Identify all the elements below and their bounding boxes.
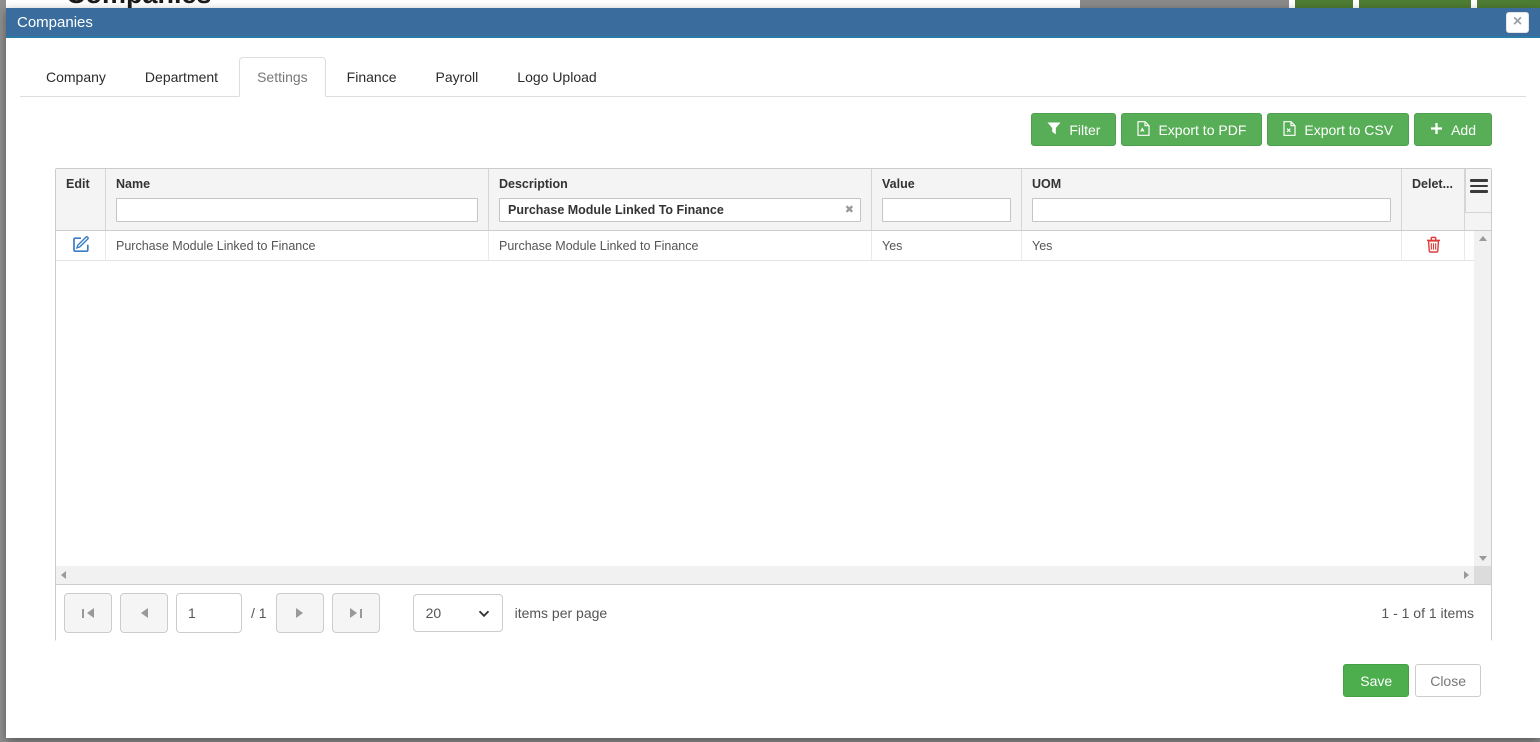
tab-department[interactable]: Department	[127, 57, 236, 97]
grid-body: Purchase Module Linked to Finance Purcha…	[56, 231, 1491, 566]
companies-modal: Companies × Company Department Settings …	[6, 8, 1540, 738]
last-page-icon	[349, 608, 357, 618]
save-button[interactable]: Save	[1343, 664, 1410, 697]
clear-filter-icon[interactable]: ✖	[845, 203, 854, 217]
column-header-description[interactable]: Description ✖	[489, 169, 872, 230]
horizontal-scrollbar-row	[56, 566, 1491, 584]
description-filter-input[interactable]	[499, 198, 861, 222]
pdf-file-icon	[1137, 120, 1151, 139]
cell-description: Purchase Module Linked to Finance	[489, 231, 872, 260]
grid-header: Edit Name Description ✖ Value	[56, 169, 1491, 231]
page-size-value: 20	[425, 605, 442, 621]
background-page-heading: Companies	[66, 0, 212, 8]
cell-uom: Yes	[1022, 231, 1402, 260]
modal-title: Companies	[17, 13, 93, 31]
horizontal-scrollbar[interactable]	[56, 566, 1474, 584]
edit-cell	[56, 231, 106, 260]
next-page-button[interactable]	[275, 593, 324, 633]
csv-file-icon	[1283, 120, 1296, 139]
filter-funnel-icon	[1047, 122, 1061, 138]
tab-payroll[interactable]: Payroll	[417, 57, 496, 97]
delete-row-button[interactable]	[1426, 236, 1441, 256]
background-button	[1359, 0, 1471, 8]
grid-toolbar: Filter Export to PDF Export to CSV Add	[1031, 113, 1492, 146]
grid-rows: Purchase Module Linked to Finance Purcha…	[56, 231, 1474, 566]
page-number-input[interactable]	[176, 593, 242, 633]
page-size-select[interactable]: 20	[412, 594, 503, 632]
tab-strip: Company Department Settings Finance Payr…	[20, 56, 1526, 97]
column-header-name[interactable]: Name	[106, 169, 489, 230]
tab-finance[interactable]: Finance	[329, 57, 415, 97]
column-header-delete[interactable]: Delet...	[1402, 169, 1465, 230]
delete-cell	[1402, 231, 1465, 260]
plus-icon	[1430, 122, 1443, 138]
tab-settings[interactable]: Settings	[239, 57, 326, 97]
add-button[interactable]: Add	[1414, 113, 1492, 146]
table-row[interactable]: Purchase Module Linked to Finance Purcha…	[56, 231, 1474, 261]
background-gray-bar	[1080, 0, 1289, 8]
background-page: Companies	[6, 0, 1540, 8]
first-page-button[interactable]	[64, 593, 112, 633]
previous-page-icon	[140, 608, 148, 618]
scroll-left-icon[interactable]	[61, 571, 66, 579]
value-filter-input[interactable]	[882, 198, 1011, 222]
background-button	[1477, 0, 1540, 8]
items-per-page-label: items per page	[514, 605, 608, 621]
column-header-value[interactable]: Value	[872, 169, 1022, 230]
previous-page-button[interactable]	[120, 593, 168, 633]
cell-value: Yes	[872, 231, 1022, 260]
hamburger-icon	[1469, 179, 1488, 193]
column-header-uom[interactable]: UOM	[1022, 169, 1402, 230]
export-pdf-label: Export to PDF	[1158, 121, 1247, 138]
column-header-edit[interactable]: Edit	[56, 169, 106, 230]
next-page-icon	[296, 608, 304, 618]
vertical-scrollbar[interactable]	[1474, 231, 1491, 566]
scroll-right-icon[interactable]	[1464, 571, 1469, 579]
last-page-button[interactable]	[331, 593, 380, 633]
cell-name: Purchase Module Linked to Finance	[106, 231, 489, 260]
first-page-icon	[87, 608, 94, 618]
edit-row-button[interactable]	[71, 234, 91, 257]
background-button	[1295, 0, 1353, 8]
scroll-down-icon[interactable]	[1478, 556, 1487, 561]
export-csv-button[interactable]: Export to CSV	[1267, 113, 1410, 146]
tab-company[interactable]: Company	[28, 57, 124, 97]
export-pdf-button[interactable]: Export to PDF	[1121, 113, 1263, 146]
add-button-label: Add	[1451, 121, 1476, 138]
chevron-down-icon	[478, 605, 490, 621]
column-menu-cell	[1465, 169, 1491, 230]
page-total-label: / 1	[251, 605, 267, 621]
settings-grid: Edit Name Description ✖ Value	[55, 168, 1492, 641]
uom-filter-input[interactable]	[1032, 198, 1391, 222]
grid-pager: / 1 20 items per page 1 - 1 of 1 items	[56, 584, 1491, 641]
tab-logo-upload[interactable]: Logo Upload	[499, 57, 614, 97]
scrollbar-corner	[1474, 566, 1491, 584]
modal-title-bar: Companies ×	[6, 8, 1540, 38]
column-menu-button[interactable]	[1465, 169, 1491, 213]
name-filter-input[interactable]	[116, 198, 478, 222]
trash-icon	[1426, 236, 1441, 256]
close-button[interactable]: Close	[1415, 664, 1481, 697]
modal-footer: Save Close	[1343, 664, 1481, 697]
pager-summary: 1 - 1 of 1 items	[1381, 605, 1474, 621]
filter-button-label: Filter	[1069, 121, 1101, 138]
scroll-up-icon[interactable]	[1478, 236, 1487, 241]
export-csv-label: Export to CSV	[1304, 121, 1394, 138]
modal-close-icon[interactable]: ×	[1506, 11, 1529, 33]
filter-button[interactable]: Filter	[1031, 113, 1117, 146]
edit-pencil-icon	[71, 234, 91, 257]
